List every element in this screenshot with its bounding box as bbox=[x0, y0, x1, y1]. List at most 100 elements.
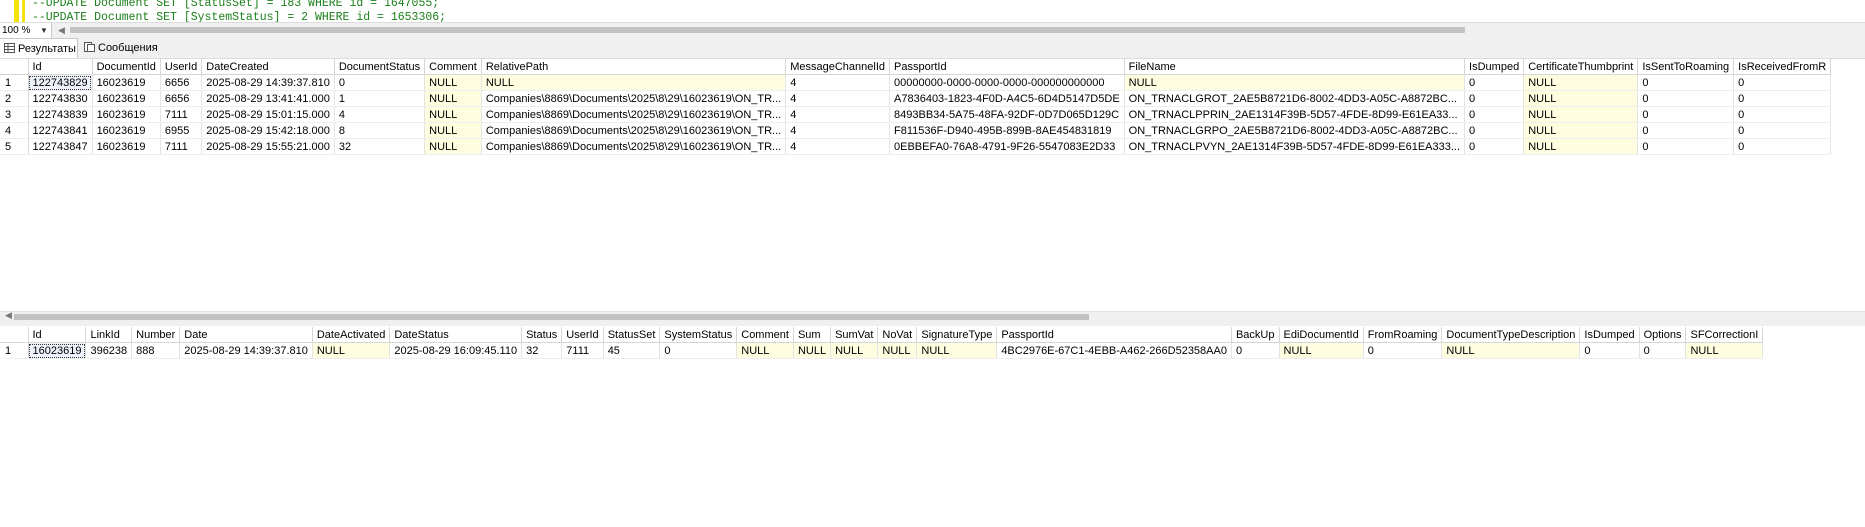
table-cell[interactable]: 32 bbox=[521, 342, 563, 359]
column-header[interactable]: Id bbox=[28, 59, 93, 75]
table-cell[interactable]: 0 bbox=[1733, 90, 1832, 107]
table-cell[interactable]: 0 bbox=[1637, 122, 1735, 139]
table-cell[interactable]: F811536F-D940-495B-899B-8AE454831819 bbox=[889, 122, 1125, 139]
column-header[interactable]: MessageChannelId bbox=[785, 59, 891, 75]
column-header[interactable]: SFCorrectionI bbox=[1685, 327, 1764, 343]
column-header[interactable]: Date bbox=[179, 327, 313, 343]
column-header[interactable]: Id bbox=[28, 327, 87, 343]
table-cell[interactable]: 1 bbox=[334, 90, 426, 107]
table-cell[interactable]: NULL bbox=[424, 74, 482, 91]
column-header[interactable]: Comment bbox=[736, 327, 794, 343]
table-cell[interactable]: 4 bbox=[785, 74, 891, 91]
table-cell[interactable]: 7111 bbox=[160, 138, 203, 155]
table-cell[interactable]: 0EBBEFA0-76A8-4791-9F26-5547083E2D33 bbox=[889, 138, 1125, 155]
table-cell[interactable]: NULL bbox=[1279, 342, 1364, 359]
table-cell[interactable]: 2025-08-29 15:55:21.000 bbox=[201, 138, 335, 155]
table-cell[interactable]: Companies\8869\Documents\2025\8\29\16023… bbox=[481, 90, 787, 107]
column-header[interactable]: DateActivated bbox=[312, 327, 391, 343]
table-cell[interactable]: 0 bbox=[1733, 106, 1832, 123]
row-number[interactable]: 1 bbox=[0, 74, 29, 91]
grid-hscroll-thumb[interactable] bbox=[14, 314, 1089, 320]
table-cell[interactable]: NULL bbox=[424, 106, 482, 123]
table-cell[interactable]: NULL bbox=[424, 122, 482, 139]
scroll-left-icon[interactable]: ◀ bbox=[5, 310, 12, 321]
table-cell[interactable]: NULL bbox=[830, 342, 879, 359]
grid-splitter[interactable] bbox=[0, 321, 1865, 326]
column-header[interactable]: LinkId bbox=[85, 327, 133, 343]
table-cell[interactable]: 45 bbox=[603, 342, 661, 359]
column-header[interactable]: CertificateThumbprint bbox=[1523, 59, 1639, 75]
table-cell[interactable]: 4BC2976E-67C1-4EBB-A462-266D52358AA0 bbox=[996, 342, 1232, 359]
table-cell[interactable]: 2025-08-29 14:39:37.810 bbox=[179, 342, 313, 359]
table-cell[interactable]: 2025-08-29 15:01:15.000 bbox=[201, 106, 335, 123]
table-cell[interactable]: 6656 bbox=[160, 90, 203, 107]
column-header[interactable]: DateStatus bbox=[389, 327, 523, 343]
table-cell[interactable]: 0 bbox=[1637, 138, 1735, 155]
table-cell[interactable]: 6955 bbox=[160, 122, 203, 139]
column-header[interactable]: Status bbox=[521, 327, 563, 343]
row-number[interactable]: 5 bbox=[0, 138, 29, 155]
table-cell[interactable]: 16023619 bbox=[92, 90, 161, 107]
table-cell[interactable]: 2025-08-29 16:09:45.110 bbox=[389, 342, 523, 359]
column-header[interactable]: Comment bbox=[424, 59, 482, 75]
row-number[interactable]: 1 bbox=[0, 342, 29, 359]
column-header[interactable]: DateCreated bbox=[201, 59, 335, 75]
table-cell[interactable]: NULL bbox=[424, 138, 482, 155]
table-cell[interactable]: NULL bbox=[1441, 342, 1581, 359]
column-header[interactable]: UserId bbox=[561, 327, 604, 343]
table-cell[interactable]: 0 bbox=[1464, 138, 1525, 155]
table-cell[interactable]: ON_TRNACLGRPO_2AE5B8721D6-8002-4DD3-A05C… bbox=[1124, 122, 1466, 139]
column-header[interactable]: IsSentToRoaming bbox=[1637, 59, 1735, 75]
column-header[interactable]: RelativePath bbox=[481, 59, 787, 75]
table-cell[interactable]: NULL bbox=[916, 342, 998, 359]
table-cell[interactable]: 0 bbox=[1637, 90, 1735, 107]
table-cell[interactable]: Companies\8869\Documents\2025\8\29\16023… bbox=[481, 122, 787, 139]
table-cell[interactable]: 0 bbox=[1464, 90, 1525, 107]
table-cell[interactable]: ON_TRNACLPVYN_2AE1314F39B-5D57-4FDE-8D99… bbox=[1124, 138, 1466, 155]
table-cell[interactable]: NULL bbox=[1685, 342, 1764, 359]
column-header[interactable]: SignatureType bbox=[916, 327, 998, 343]
table-cell[interactable]: 4 bbox=[785, 122, 891, 139]
table-cell[interactable]: 0 bbox=[1733, 138, 1832, 155]
table-cell[interactable]: 8493BB34-5A75-48FA-92DF-0D7D065D129C bbox=[889, 106, 1125, 123]
row-number[interactable]: 2 bbox=[0, 90, 29, 107]
chevron-down-icon[interactable]: ▼ bbox=[40, 23, 48, 38]
table-cell[interactable]: 0 bbox=[1639, 342, 1687, 359]
code-line-2[interactable]: --UPDATE Document SET [SystemStatus] = 2… bbox=[32, 11, 446, 22]
column-header[interactable]: UserId bbox=[160, 59, 203, 75]
table-cell[interactable]: 16023619 bbox=[92, 122, 161, 139]
column-header[interactable]: IsReceivedFromR bbox=[1733, 59, 1832, 75]
table-cell[interactable]: NULL bbox=[877, 342, 918, 359]
table-cell[interactable]: ON_TRNACLGROT_2AE5B8721D6-8002-4DD3-A05C… bbox=[1124, 90, 1466, 107]
table-cell[interactable]: NULL bbox=[481, 74, 787, 91]
table-cell[interactable]: 0 bbox=[1579, 342, 1640, 359]
table-cell[interactable]: 6656 bbox=[160, 74, 203, 91]
table-cell[interactable]: NULL bbox=[1523, 74, 1639, 91]
column-header[interactable]: IsDumped bbox=[1464, 59, 1525, 75]
column-header[interactable]: BackUp bbox=[1231, 327, 1280, 343]
table-cell[interactable]: 2025-08-29 13:41:41.000 bbox=[201, 90, 335, 107]
table-cell[interactable]: 0 bbox=[1464, 122, 1525, 139]
table-cell[interactable]: Companies\8869\Documents\2025\8\29\16023… bbox=[481, 138, 787, 155]
zoom-select[interactable]: 100 % ▼ bbox=[0, 23, 52, 38]
table-cell[interactable]: 122743829 bbox=[28, 74, 93, 91]
table-cell[interactable]: 7111 bbox=[160, 106, 203, 123]
results-grid-2[interactable]: Id LinkId Number Date DateActivated DateStatu… bbox=[0, 327, 1865, 527]
sql-editor[interactable]: --UPDATE Document SET [StatusSet] = 183 … bbox=[0, 0, 1865, 22]
table-cell[interactable]: 32 bbox=[334, 138, 426, 155]
column-header[interactable]: FromRoaming bbox=[1363, 327, 1443, 343]
table-cell[interactable]: 122743841 bbox=[28, 122, 93, 139]
column-header[interactable]: DocumentTypeDescription bbox=[1441, 327, 1581, 343]
table-cell[interactable]: NULL bbox=[424, 90, 482, 107]
code-line-1[interactable]: --UPDATE Document SET [StatusSet] = 183 … bbox=[32, 0, 439, 10]
table-cell[interactable]: 2025-08-29 14:39:37.810 bbox=[201, 74, 335, 91]
column-header[interactable]: IsDumped bbox=[1579, 327, 1640, 343]
table-cell[interactable]: 122743839 bbox=[28, 106, 93, 123]
table-cell[interactable]: 16023619 bbox=[92, 74, 161, 91]
table-cell[interactable]: ON_TRNACLPPRIN_2AE1314F39B-5D57-4FDE-8D9… bbox=[1124, 106, 1466, 123]
row-number[interactable]: 3 bbox=[0, 106, 29, 123]
table-cell[interactable]: 8 bbox=[334, 122, 426, 139]
table-cell[interactable]: A7836403-1823-4F0D-A4C5-6D4D5147D5DE bbox=[889, 90, 1125, 107]
table-cell[interactable]: 0 bbox=[1464, 74, 1525, 91]
column-header[interactable]: PassportId bbox=[996, 327, 1232, 343]
